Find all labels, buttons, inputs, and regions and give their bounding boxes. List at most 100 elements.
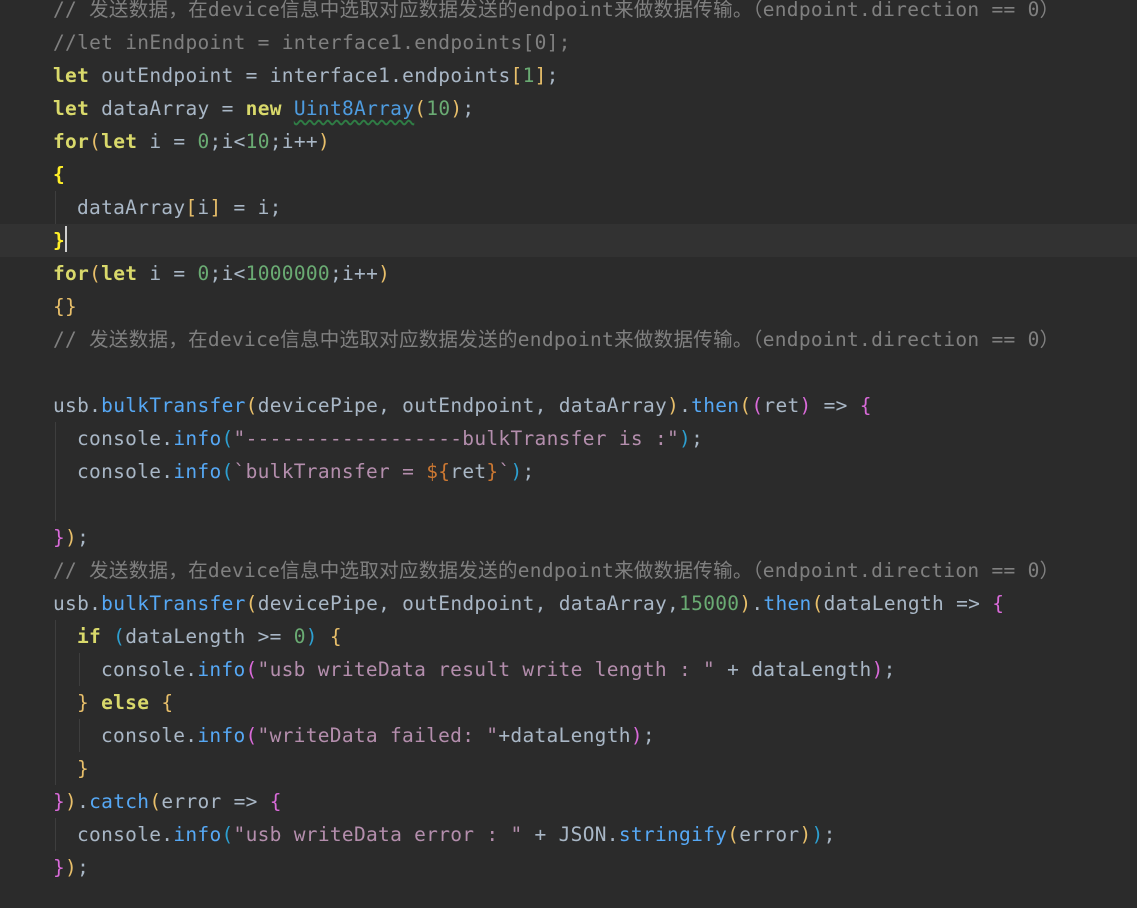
code-token: //let inEndpoint = interface1.endpoints[… <box>53 31 571 54</box>
code-token: ; <box>691 427 704 450</box>
code-token: ;i< <box>209 262 246 285</box>
code-token: dataArray = <box>89 97 246 120</box>
code-token: { <box>161 691 174 714</box>
code-token: // 发送数据，在device信息中选取对应数据发送的endpoint来做数据传… <box>53 0 1060 21</box>
code-text: console.info("usb writeData error : " + … <box>77 818 836 851</box>
code-line[interactable]: console.info("------------------bulkTran… <box>0 422 1137 455</box>
code-line[interactable]: // 发送数据，在device信息中选取对应数据发送的endpoint来做数据传… <box>0 323 1137 356</box>
code-line[interactable]: console.info("usb writeData error : " + … <box>0 818 1137 851</box>
code-token: ; <box>522 460 535 483</box>
code-token: ;i< <box>209 130 246 153</box>
code-line[interactable]: //let inEndpoint = interface1.endpoints[… <box>0 26 1137 59</box>
code-token: usb. <box>53 394 102 417</box>
code-token: ;i++ <box>329 262 379 285</box>
code-line[interactable]: for(let i = 0;i<10;i++) <box>0 125 1137 158</box>
code-line[interactable]: console.info("writeData failed: "+dataLe… <box>0 719 1137 752</box>
code-token: ( <box>811 592 824 615</box>
code-line[interactable]: for(let i = 0;i<1000000;i++) <box>0 257 1137 290</box>
indent-guide <box>55 191 56 224</box>
code-editor[interactable]: // 发送数据，在device信息中选取对应数据发送的endpoint来做数据传… <box>0 0 1137 908</box>
code-line[interactable]: }); <box>0 521 1137 554</box>
code-text: } else { <box>77 686 173 719</box>
code-token: new <box>245 97 282 120</box>
code-line[interactable] <box>0 356 1137 389</box>
code-token: bulkTransfer <box>101 394 246 417</box>
code-token: ) <box>510 460 523 483</box>
code-token: [ <box>185 196 198 219</box>
code-token: 0 <box>293 625 306 648</box>
code-text: // 发送数据，在device信息中选取对应数据发送的endpoint来做数据传… <box>53 0 1059 26</box>
code-token: } <box>486 460 499 483</box>
code-token: usb. <box>53 592 102 615</box>
code-line[interactable]: // 发送数据，在device信息中选取对应数据发送的endpoint来做数据传… <box>0 0 1137 26</box>
code-line[interactable]: dataArray[i] = i; <box>0 191 1137 224</box>
code-token: error <box>739 823 800 846</box>
code-token: let <box>53 64 90 87</box>
code-token: i = <box>137 130 198 153</box>
code-token: if <box>77 625 102 648</box>
indent-guide <box>55 653 56 686</box>
code-line[interactable]: if (dataLength >= 0) { <box>0 620 1137 653</box>
code-token: for <box>53 130 90 153</box>
code-token: info <box>197 724 246 747</box>
code-text: for(let i = 0;i<1000000;i++) <box>53 257 390 290</box>
code-token: ] <box>209 196 222 219</box>
code-token: ; <box>642 724 655 747</box>
code-token: ; <box>77 856 90 879</box>
code-token: ) <box>305 625 318 648</box>
code-line[interactable]: { <box>0 158 1137 191</box>
code-token: => <box>811 394 860 417</box>
code-line[interactable]: } else { <box>0 686 1137 719</box>
code-token: ; <box>823 823 836 846</box>
code-token: . <box>77 790 90 813</box>
code-text: let dataArray = new Uint8Array(10); <box>53 92 474 125</box>
code-token: ( <box>149 790 162 813</box>
code-line[interactable]: // 发送数据，在device信息中选取对应数据发送的endpoint来做数据传… <box>0 554 1137 587</box>
code-token: for <box>53 262 90 285</box>
code-line[interactable]: usb.bulkTransfer(devicePipe, outEndpoint… <box>0 587 1137 620</box>
code-line[interactable]: }).catch(error => { <box>0 785 1137 818</box>
code-token: `bulkTransfer = <box>233 460 427 483</box>
code-text: }); <box>53 521 89 554</box>
indent-guide <box>79 719 80 752</box>
indent-guide <box>55 620 56 653</box>
code-token: ${ <box>426 460 451 483</box>
indent-guide <box>55 752 56 785</box>
code-token: info <box>197 658 246 681</box>
code-token: } <box>53 856 66 879</box>
code-token: + dataLength <box>715 658 872 681</box>
code-token: 0 <box>197 130 210 153</box>
code-text: for(let i = 0;i<10;i++) <box>53 125 330 158</box>
code-token: 15000 <box>679 592 740 615</box>
code-token: info <box>173 460 222 483</box>
code-token: ( <box>221 460 234 483</box>
code-line[interactable]: usb.bulkTransfer(devicePipe, outEndpoint… <box>0 389 1137 422</box>
code-line[interactable]: } <box>0 224 1137 257</box>
code-token: } <box>53 790 66 813</box>
code-token: 0 <box>197 262 210 285</box>
code-token: ;i++ <box>269 130 318 153</box>
code-line[interactable] <box>0 488 1137 521</box>
code-line[interactable]: let dataArray = new Uint8Array(10); <box>0 92 1137 125</box>
code-line[interactable]: } <box>0 752 1137 785</box>
code-token: = i; <box>221 196 282 219</box>
code-token: ) <box>871 658 884 681</box>
indent-guide <box>55 422 56 455</box>
code-line[interactable]: }); <box>0 851 1137 884</box>
code-token: ) <box>65 856 78 879</box>
code-line[interactable]: {} <box>0 290 1137 323</box>
code-token: console. <box>101 658 198 681</box>
code-token: let <box>53 97 90 120</box>
code-text: }); <box>53 851 89 884</box>
code-token: info <box>173 823 222 846</box>
code-text: // 发送数据，在device信息中选取对应数据发送的endpoint来做数据传… <box>53 554 1059 587</box>
code-line[interactable]: console.info("usb writeData result write… <box>0 653 1137 686</box>
code-text: console.info("usb writeData result write… <box>101 653 896 686</box>
code-line[interactable]: console.info(`bulkTransfer = ${ret}`); <box>0 455 1137 488</box>
code-token: ( <box>89 262 102 285</box>
code-token: . <box>679 394 692 417</box>
code-token: ret <box>450 460 487 483</box>
code-line[interactable]: let outEndpoint = interface1.endpoints[1… <box>0 59 1137 92</box>
code-token: else <box>101 691 150 714</box>
